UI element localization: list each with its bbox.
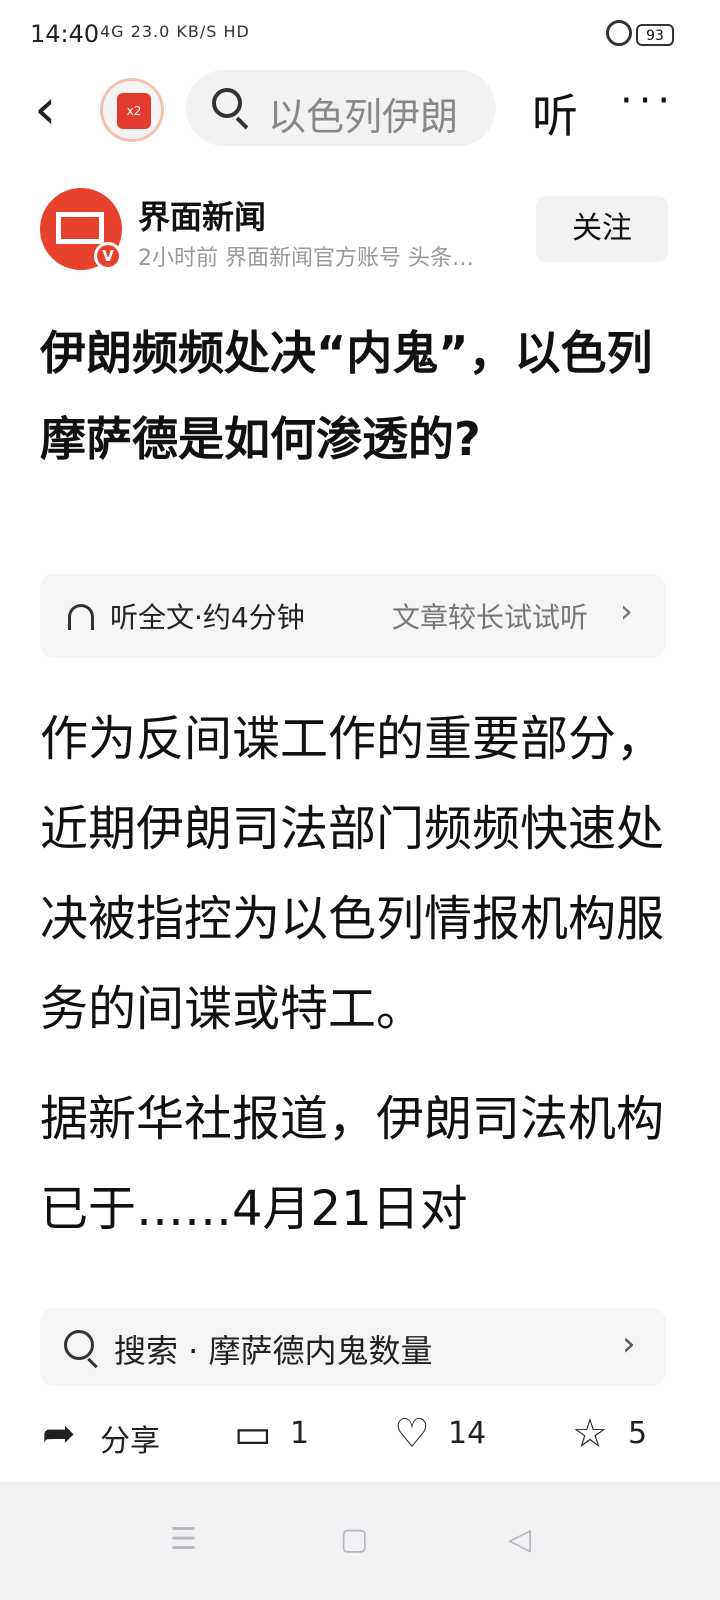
search-suggestion[interactable]: 搜索 · 摩萨德内鬼数量 › (40, 1308, 666, 1386)
article-paragraph: 作为反间谍工作的重要部分，近期伊朗司法部门频频快速处决被指控为以色列情报机构服务… (40, 711, 665, 1037)
menu-icon[interactable]: ☰ (170, 1522, 197, 1557)
search-icon (212, 88, 242, 118)
listen-full-bar[interactable]: 听全文·约4分钟 文章较长试试听 › (40, 574, 666, 658)
follow-button[interactable]: 关注 (536, 196, 668, 262)
comment-count: 1 (290, 1416, 310, 1451)
chevron-right-icon: › (622, 1324, 636, 1364)
favorite-count: 5 (628, 1416, 648, 1451)
listen-full-label: 听全文·约4分钟 (110, 601, 305, 634)
suggestion-text: 搜索 · 摩萨德内鬼数量 (114, 1332, 433, 1370)
search-placeholder: 以色列伊朗 (268, 95, 459, 139)
article-body: 作为反间谍工作的重要部分，近期伊朗司法部门频频快速处决被指控为以色列情报机构服务… (40, 694, 670, 1294)
network-indicator: 4G 23.0 KB/S HD (100, 22, 250, 41)
alarm-icon (606, 20, 632, 46)
like-icon: ♡ (394, 1411, 430, 1457)
favorite-button[interactable]: ☆ 5 (572, 1410, 662, 1460)
article-paragraph: 据新华社报道，伊朗司法机构已于……4月21日对 (40, 1091, 665, 1237)
chevron-right-icon: › (620, 592, 633, 630)
star-icon: ☆ (572, 1411, 608, 1457)
article-title: 伊朗频频处决“内鬼”，以色列摩萨德是如何渗透的? (40, 326, 653, 466)
action-bar: ➦ 分享 ▭ 1 ♡ 14 ☆ 5 (0, 1396, 720, 1476)
redpack-button[interactable]: x2 (100, 78, 164, 142)
nav-back-icon[interactable]: ◁ (508, 1522, 531, 1557)
headphones-icon (68, 604, 94, 630)
comment-button[interactable]: ▭ 1 (234, 1410, 324, 1460)
author-name[interactable]: 界面新闻 (138, 192, 266, 238)
top-bar: ‹ x2 以色列伊朗 听 ··· (0, 70, 720, 150)
share-button[interactable]: ➦ 分享 (42, 1410, 172, 1460)
redpack-icon: x2 (117, 93, 151, 129)
status-bar: 14:40 4G 23.0 KB/S HD 93 (0, 0, 720, 70)
back-icon[interactable]: ‹ (34, 82, 82, 138)
comment-icon: ▭ (234, 1411, 272, 1457)
home-icon[interactable]: ▢ (340, 1522, 368, 1557)
system-nav-bar: ☰ ▢ ◁ (0, 1482, 720, 1600)
battery-indicator: 93 (636, 24, 674, 46)
like-button[interactable]: ♡ 14 (394, 1410, 504, 1460)
share-label: 分享 (100, 1424, 160, 1459)
publisher-logo-icon (56, 212, 104, 244)
like-count: 14 (448, 1416, 487, 1451)
more-icon[interactable]: ··· (620, 78, 676, 124)
author-row: V 界面新闻 2小时前 界面新闻官方账号 头条… 关注 (40, 188, 680, 278)
search-icon (64, 1330, 94, 1360)
listen-tip: 文章较长试试听 (392, 601, 589, 634)
author-meta: 2小时前 界面新闻官方账号 头条… (138, 246, 474, 271)
share-icon: ➦ (42, 1411, 76, 1457)
status-time: 14:40 (30, 20, 100, 48)
verified-badge-icon: V (94, 242, 122, 270)
search-input[interactable]: 以色列伊朗 (186, 70, 496, 146)
avatar[interactable]: V (40, 188, 122, 270)
listen-button[interactable]: 听 (532, 80, 578, 146)
